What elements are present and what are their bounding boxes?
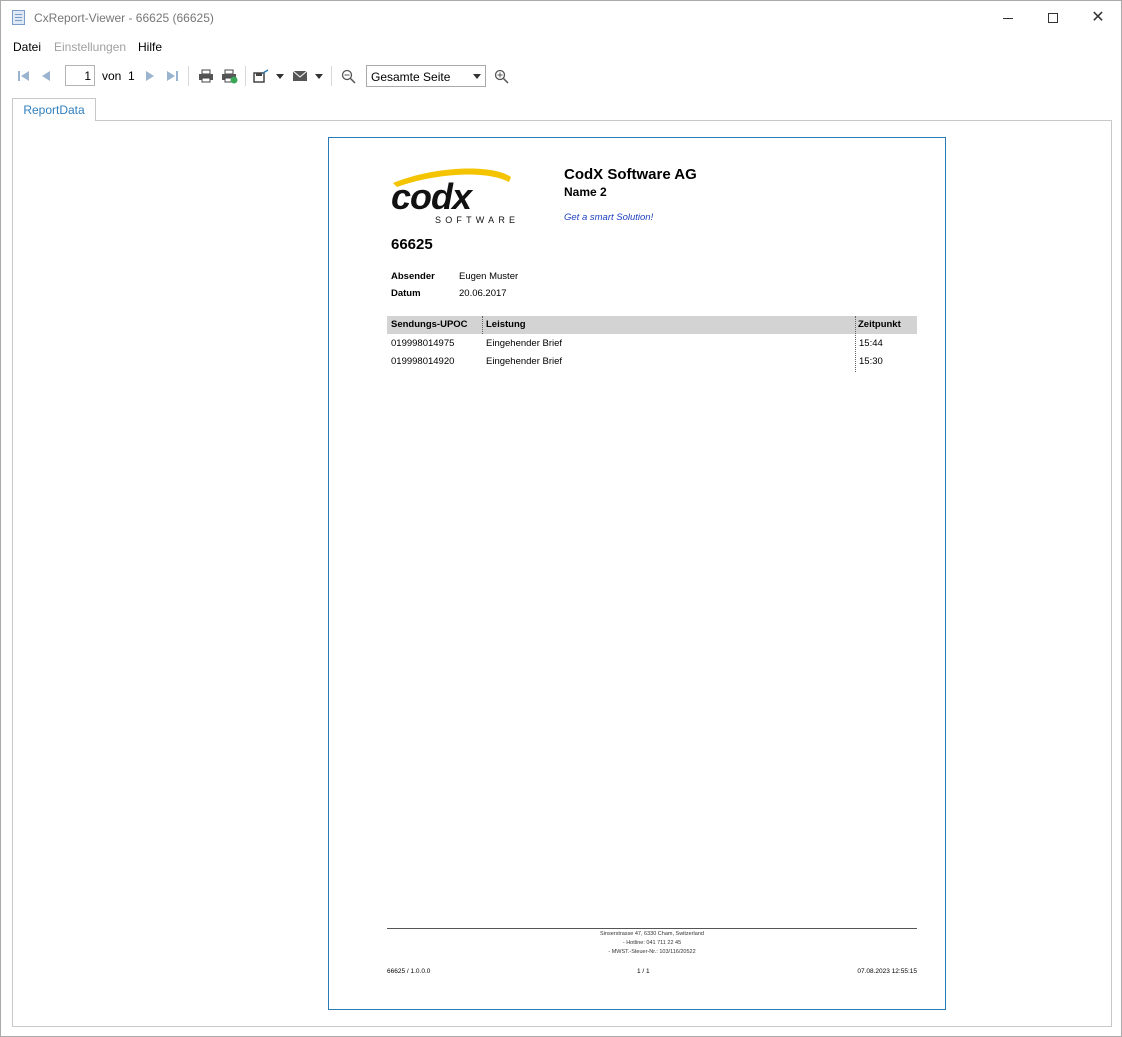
table-cell-time: 15:30: [859, 356, 883, 367]
close-button[interactable]: ✕: [1075, 1, 1121, 35]
table-cell-upoc: 019998014920: [391, 356, 455, 367]
table-cell-time: 15:44: [859, 338, 883, 349]
menu-einstellungen[interactable]: Einstellungen: [54, 40, 126, 54]
chevron-down-icon: [473, 74, 481, 79]
table-cell-service: Eingehender Brief: [486, 356, 563, 367]
sender-label: Absender: [391, 271, 435, 282]
chevron-down-icon: [276, 73, 284, 79]
first-page-icon: [18, 71, 29, 81]
next-page-button[interactable]: [144, 66, 156, 86]
print-direct-icon: [222, 69, 238, 83]
window-title: CxReport-Viewer - 66625 (66625): [34, 11, 214, 25]
company-slogan: Get a smart Solution!: [564, 212, 654, 223]
maximize-button[interactable]: [1030, 1, 1076, 35]
table-cell-service: Eingehender Brief: [486, 338, 563, 349]
first-page-button[interactable]: [16, 66, 32, 86]
export-dropdown[interactable]: [274, 66, 286, 86]
maximize-icon: [1048, 13, 1058, 23]
sender-value: Eugen Muster: [459, 271, 519, 282]
email-dropdown[interactable]: [313, 66, 325, 86]
report-number: 66625: [391, 236, 433, 253]
close-icon: ✕: [1091, 9, 1105, 26]
zoom-in-button[interactable]: [492, 66, 510, 86]
menu-datei[interactable]: Datei: [13, 40, 41, 54]
page-number-input[interactable]: [65, 65, 95, 86]
codx-logo: codx SOFTWARE: [391, 168, 519, 225]
export-icon: [253, 69, 269, 83]
toolbar: von 1 Gesamte Sei: [1, 63, 1121, 89]
title-bar[interactable]: CxReport-Viewer - 66625 (66625) ✕: [1, 1, 1121, 35]
toolbar-separator: [245, 66, 246, 86]
app-window: CxReport-Viewer - 66625 (66625) ✕ Datei …: [0, 0, 1122, 1037]
footer-timestamp: 07.08.2023 12:55:15: [857, 968, 917, 975]
date-label: Datum: [391, 288, 421, 299]
minimize-button[interactable]: [985, 1, 1031, 35]
footer-page-number: 1 / 1: [637, 968, 650, 975]
print-preview-button[interactable]: [220, 66, 240, 86]
zoom-mode-value: Gesamte Seite: [371, 70, 451, 84]
table-header: Sendungs-UPOC Leistung Zeitpunkt: [387, 316, 917, 334]
footer-vat: - MWST.-Steuer-Nr.: 103/116/20522: [608, 949, 696, 955]
footer-report-version: 66625 / 1.0.0.0: [387, 968, 431, 975]
app-document-icon: [12, 10, 25, 25]
table-cell-upoc: 019998014975: [391, 338, 455, 349]
company-name-2: Name 2: [564, 185, 607, 199]
zoom-mode-select[interactable]: Gesamte Seite: [366, 65, 486, 87]
printer-icon: [199, 69, 213, 83]
last-page-icon: [167, 71, 178, 81]
svg-text:codx: codx: [391, 176, 474, 217]
footer-address: Sinserstrasse 47, 6330 Cham, Switzerland: [600, 931, 704, 937]
zoom-out-button[interactable]: [339, 66, 357, 86]
toolbar-separator: [188, 66, 189, 86]
next-page-icon: [146, 71, 154, 81]
chevron-down-icon: [315, 73, 323, 79]
export-button[interactable]: [251, 66, 271, 86]
date-value: 20.06.2017: [459, 288, 507, 299]
menu-hilfe[interactable]: Hilfe: [138, 40, 162, 54]
company-name: CodX Software AG: [564, 166, 697, 183]
column-header-leistung: Leistung: [486, 319, 526, 330]
toolbar-separator: [331, 66, 332, 86]
page-of-label: von: [102, 69, 122, 83]
last-page-button[interactable]: [164, 66, 180, 86]
tab-reportdata[interactable]: ReportData: [12, 98, 96, 121]
column-divider: [482, 316, 483, 334]
previous-page-button[interactable]: [39, 66, 53, 86]
minimize-icon: [1003, 17, 1013, 19]
print-button[interactable]: [196, 66, 216, 86]
total-pages: 1: [128, 69, 135, 83]
svg-text:SOFTWARE: SOFTWARE: [435, 215, 519, 225]
column-header-upoc: Sendungs-UPOC: [391, 319, 468, 330]
email-button[interactable]: [290, 66, 310, 86]
footer-hotline: - Hotline: 041 711 22 45: [622, 940, 682, 946]
column-header-zeitpunkt: Zeitpunkt: [858, 319, 901, 330]
column-divider: [855, 316, 856, 372]
footer-divider: [387, 928, 917, 929]
zoom-in-icon: [494, 69, 509, 84]
mail-icon: [292, 70, 308, 81]
report-page: codx SOFTWARE CodX Software AG Name 2 Ge…: [328, 137, 946, 1010]
previous-page-icon: [42, 71, 50, 81]
zoom-out-icon: [341, 69, 356, 84]
